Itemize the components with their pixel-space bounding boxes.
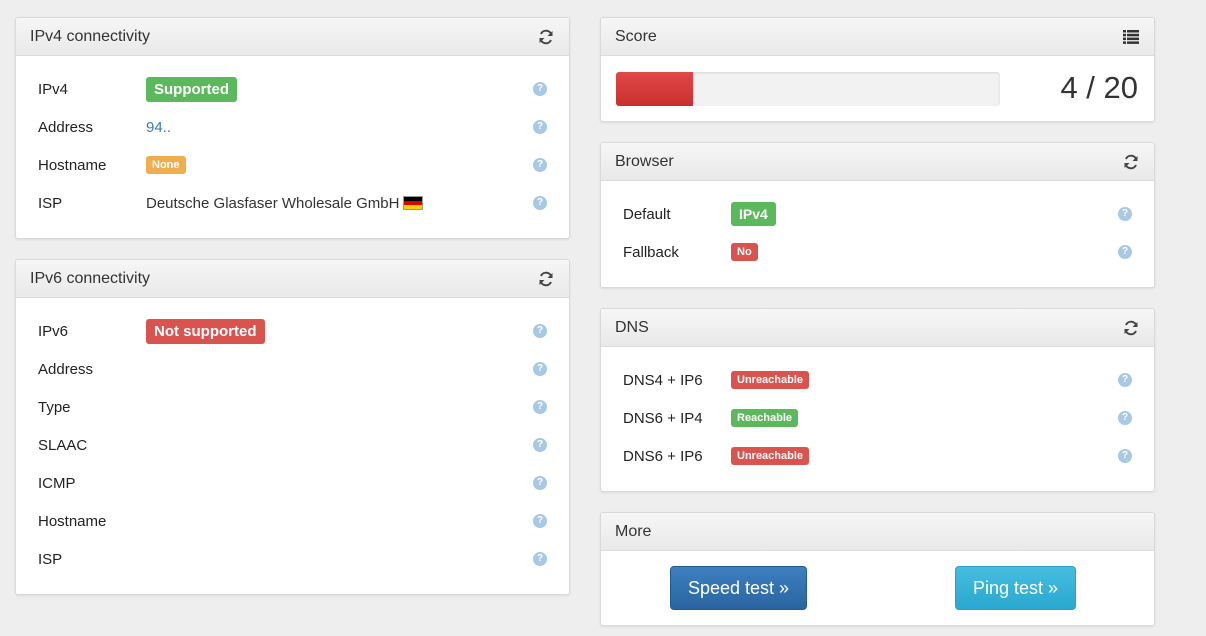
ipv6-panel-title: IPv6 connectivity <box>30 269 151 287</box>
help-icon[interactable]: ? <box>533 400 547 414</box>
row-label: Type <box>38 398 71 416</box>
row-label: ISP <box>38 550 63 568</box>
row-label: Address <box>38 360 94 378</box>
ipv6-row-isp: ISP ? <box>38 540 547 578</box>
ipv6-row-type: Type ? <box>38 388 547 426</box>
help-icon[interactable]: ? <box>533 158 547 172</box>
ipv4-panel-heading: IPv4 connectivity <box>16 18 569 56</box>
row-label: SLAAC <box>38 436 88 454</box>
help-icon[interactable]: ? <box>533 196 547 210</box>
help-icon[interactable]: ? <box>533 552 547 566</box>
ipv6-row-icmp: ICMP ? <box>38 464 547 502</box>
more-panel: More Speed test » Ping test » <box>600 512 1155 626</box>
ipv4-panel: IPv4 connectivity IPv4 Supported ? Addre… <box>15 17 570 239</box>
refresh-icon[interactable] <box>537 28 555 46</box>
row-label: DNS6 + IP4 <box>623 409 703 427</box>
refresh-icon[interactable] <box>1122 319 1140 337</box>
help-icon[interactable]: ? <box>533 438 547 452</box>
ipv6-panel: IPv6 connectivity IPv6 Not supported ? A… <box>15 259 570 595</box>
ipv4-row-hostname: Hostname None ? <box>38 146 547 184</box>
score-panel-heading: Score <box>601 18 1154 56</box>
help-icon[interactable]: ? <box>533 324 547 338</box>
dns-row-dns6-ip4: DNS6 + IP4 Reachable ? <box>623 399 1132 437</box>
score-progress-fill <box>616 72 693 106</box>
browser-panel-title: Browser <box>615 152 674 170</box>
browser-row-default: Default IPv4 ? <box>623 195 1132 233</box>
dns-row-dns6-ip6: DNS6 + IP6 Unreachable ? <box>623 437 1132 475</box>
hostname-none-badge: None <box>146 156 186 174</box>
help-icon[interactable]: ? <box>533 82 547 96</box>
row-label: DNS4 + IP6 <box>623 371 703 389</box>
browser-row-fallback: Fallback No ? <box>623 233 1132 271</box>
more-panel-heading: More <box>601 513 1154 551</box>
ipv4-row-isp: ISP Deutsche Glasfaser Wholesale GmbH ? <box>38 184 547 222</box>
help-icon[interactable]: ? <box>1118 373 1132 387</box>
row-label: DNS6 + IP6 <box>623 447 703 465</box>
help-icon[interactable]: ? <box>1118 449 1132 463</box>
row-label: Address <box>38 118 94 136</box>
help-icon[interactable]: ? <box>1118 245 1132 259</box>
default-protocol-badge: IPv4 <box>731 202 776 226</box>
help-icon[interactable]: ? <box>1118 207 1132 221</box>
score-panel: Score 4 / 20 <box>600 17 1155 122</box>
ipv6-status-badge: Not supported <box>146 318 265 344</box>
row-label: ICMP <box>38 474 76 492</box>
dns-panel-title: DNS <box>615 318 649 336</box>
refresh-icon[interactable] <box>537 270 555 288</box>
more-panel-title: More <box>615 522 652 540</box>
list-icon[interactable] <box>1122 28 1140 46</box>
help-icon[interactable]: ? <box>533 476 547 490</box>
dns4-ip6-status-badge: Unreachable <box>731 371 810 389</box>
row-label: Default <box>623 205 671 223</box>
isp-name: Deutsche Glasfaser Wholesale GmbH <box>146 194 400 212</box>
help-icon[interactable]: ? <box>1118 411 1132 425</box>
refresh-icon[interactable] <box>1122 153 1140 171</box>
dns6-ip6-status-badge: Unreachable <box>731 447 810 465</box>
help-icon[interactable]: ? <box>533 120 547 134</box>
help-icon[interactable]: ? <box>533 362 547 376</box>
row-label: Fallback <box>623 243 679 261</box>
score-progress-bar <box>616 72 1000 106</box>
ping-test-button[interactable]: Ping test » <box>955 566 1076 610</box>
fallback-badge: No <box>731 243 758 261</box>
ipv6-panel-heading: IPv6 connectivity <box>16 260 569 298</box>
row-label: ISP <box>38 194 63 212</box>
browser-panel-heading: Browser <box>601 143 1154 181</box>
dns-panel-heading: DNS <box>601 309 1154 347</box>
score-value: 4 / 20 <box>1060 70 1138 105</box>
speed-test-button[interactable]: Speed test » <box>670 566 807 610</box>
score-panel-title: Score <box>615 27 657 45</box>
help-icon[interactable]: ? <box>533 514 547 528</box>
ipv6-row-slaac: SLAAC ? <box>38 426 547 464</box>
row-label: Hostname <box>38 512 107 530</box>
row-label: IPv6 <box>38 322 69 340</box>
row-label: IPv4 <box>38 80 69 98</box>
row-label: Hostname <box>38 156 107 174</box>
ipv6-row-ipv6: IPv6 Not supported ? <box>38 312 547 350</box>
ipv6-row-hostname: Hostname ? <box>38 502 547 540</box>
dns-row-dns4-ip6: DNS4 + IP6 Unreachable ? <box>623 361 1132 399</box>
dns6-ip4-status-badge: Reachable <box>731 409 799 427</box>
dns-panel: DNS DNS4 + IP6 Unreachable ? DNS6 + IP4 … <box>600 308 1155 492</box>
ipv4-status-badge: Supported <box>146 76 237 102</box>
ipv4-row-address: Address 94.. ? <box>38 108 547 146</box>
browser-panel: Browser Default IPv4 ? Fallback No ? <box>600 142 1155 288</box>
ipv6-row-address: Address ? <box>38 350 547 388</box>
ipv4-row-ipv4: IPv4 Supported ? <box>38 70 547 108</box>
ipv4-panel-title: IPv4 connectivity <box>30 27 151 45</box>
ipv4-address-link[interactable]: 94.. <box>146 119 171 136</box>
germany-flag-icon <box>403 196 424 210</box>
